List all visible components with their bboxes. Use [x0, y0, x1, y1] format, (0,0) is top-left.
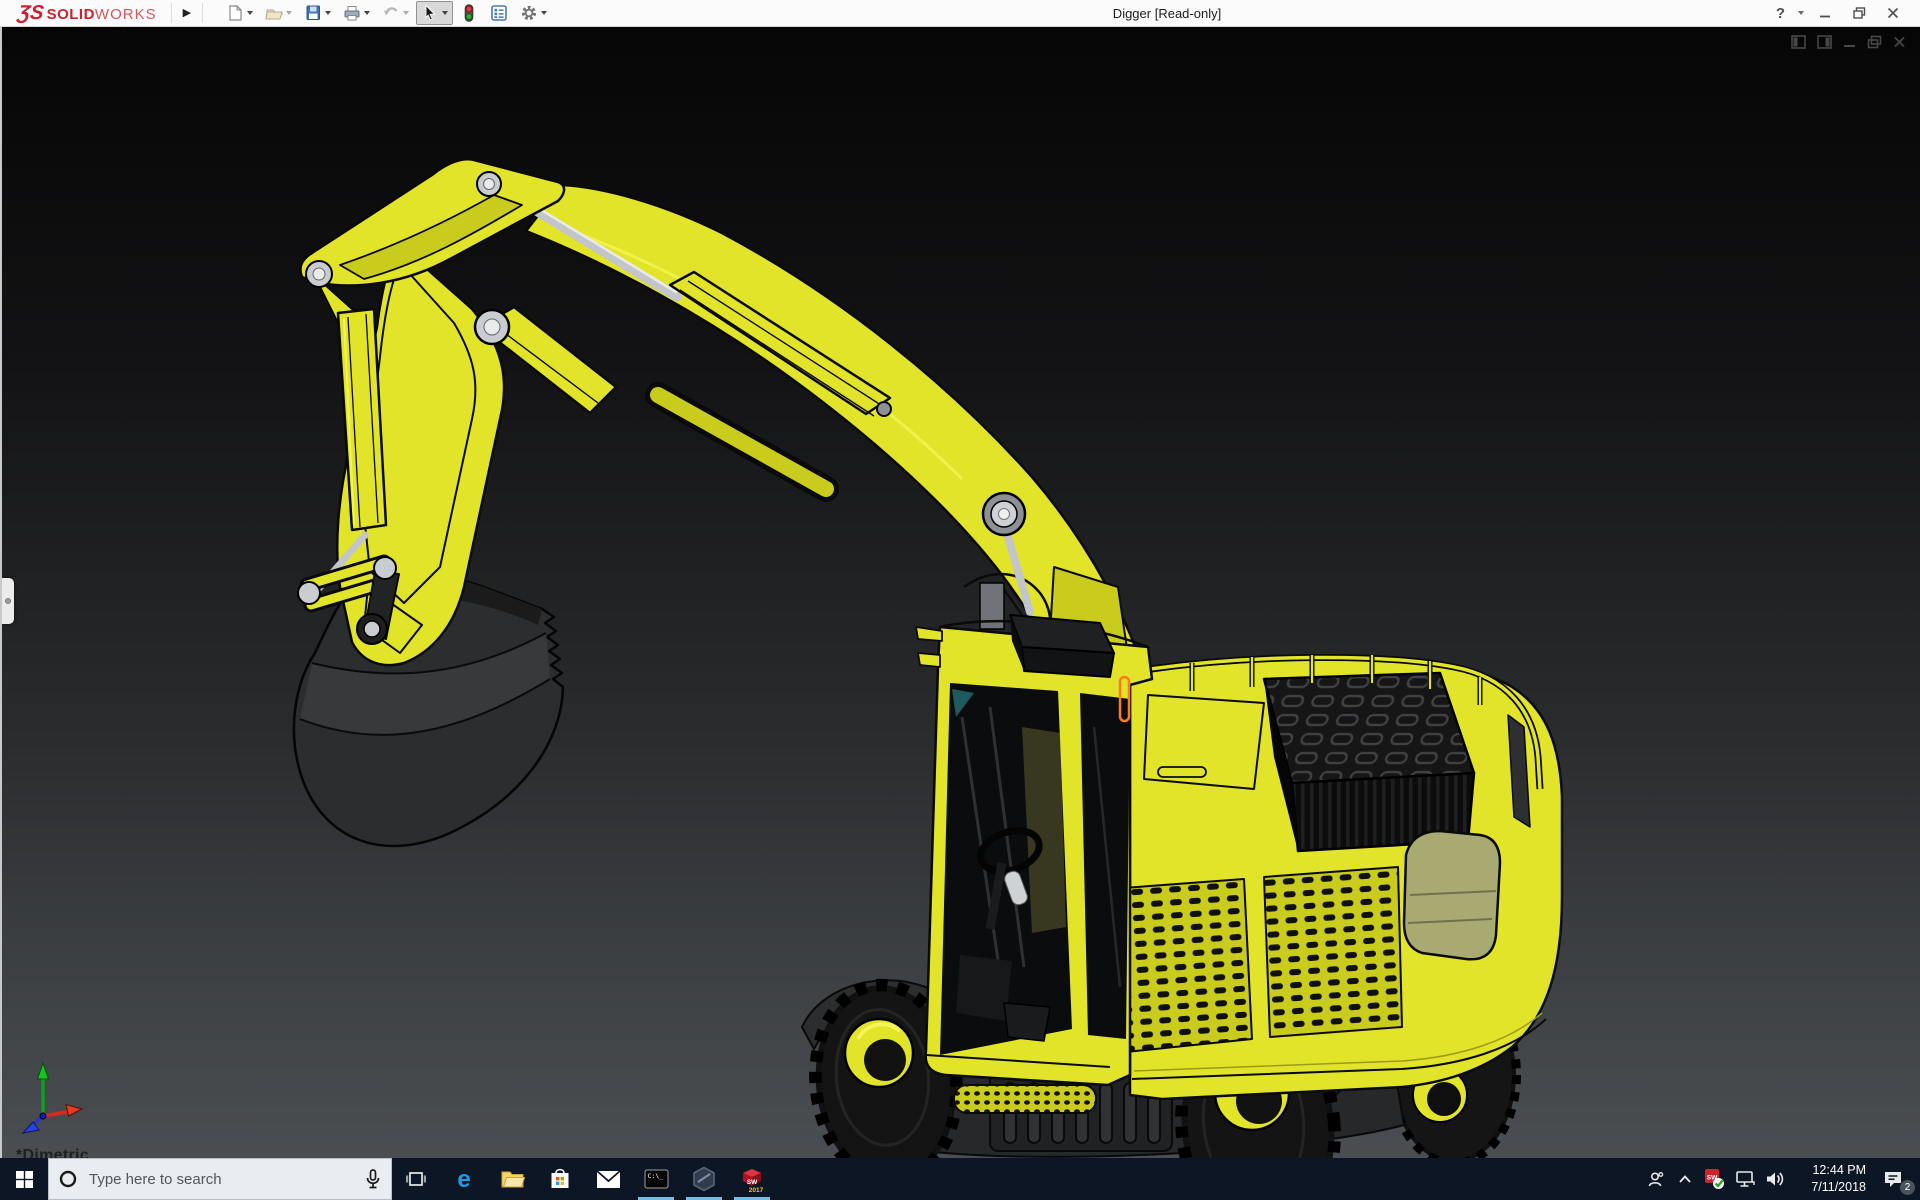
document-window-controls	[1791, 35, 1906, 49]
task-view-button[interactable]	[392, 1158, 440, 1200]
system-tray: SW 12:44 PM 7/11/2018 2	[1640, 1158, 1920, 1200]
taskbar-file-explorer[interactable]	[488, 1158, 536, 1200]
taskbar-mail[interactable]	[584, 1158, 632, 1200]
titlebar: ƷS SOLID WORKS ▶ Digger [Read-only] ?	[0, 0, 1920, 27]
new-document-button[interactable]	[221, 1, 258, 25]
select-tool-button[interactable]	[416, 1, 454, 25]
orientation-triad	[21, 1061, 84, 1134]
print-icon	[344, 6, 360, 21]
save-floppy-icon	[306, 5, 321, 20]
store-icon	[551, 1168, 569, 1188]
svg-text:2017: 2017	[749, 1187, 764, 1193]
separator	[202, 3, 204, 23]
doc-restore-icon[interactable]	[1867, 35, 1882, 49]
file-explorer-icon	[501, 1171, 525, 1188]
solidworks-check-icon: SW	[1705, 1169, 1724, 1189]
edrawings-hexagon-icon	[693, 1166, 715, 1192]
window-controls: ?	[1774, 2, 1920, 24]
properties-list-icon	[491, 5, 507, 21]
rebuild-button[interactable]	[455, 1, 483, 25]
taskbar: e C:\_	[0, 1158, 1920, 1200]
doc-close-icon[interactable]	[1893, 35, 1906, 49]
volume-icon	[1767, 1172, 1784, 1186]
svg-text:C:\_: C:\_	[647, 1172, 663, 1180]
options-button[interactable]	[515, 1, 552, 25]
edge-icon: e	[457, 1166, 470, 1192]
solidworks-logo[interactable]: ƷS SOLID WORKS	[0, 2, 167, 24]
pane-tab-knob	[5, 598, 11, 604]
network-icon	[1736, 1171, 1755, 1187]
properties-button[interactable]	[485, 1, 513, 25]
restore-button[interactable]	[1846, 2, 1872, 24]
print-button[interactable]	[338, 1, 375, 25]
clock-date: 7/11/2018	[1811, 1180, 1866, 1194]
options-gear-icon	[521, 5, 537, 21]
undo-icon	[384, 7, 398, 16]
featuremanager-collapsed-tab[interactable]	[2, 578, 14, 624]
minimize-button[interactable]	[1812, 2, 1838, 24]
restore-icon	[1852, 7, 1865, 19]
people-button[interactable]	[1640, 1158, 1670, 1200]
volume-button[interactable]	[1760, 1158, 1790, 1200]
view-orientation-label: *Dimetric	[16, 1147, 89, 1158]
taskbar-solidworks[interactable]: SW 2017	[728, 1158, 776, 1200]
notification-badge: 2	[1900, 1180, 1915, 1195]
save-button[interactable]	[299, 1, 336, 25]
cortana-icon	[59, 1170, 77, 1188]
select-cursor-icon	[425, 4, 436, 21]
task-view-icon	[406, 1172, 426, 1186]
boom-head	[299, 158, 566, 287]
search-input[interactable]	[87, 1169, 355, 1189]
help-button[interactable]: ?	[1774, 5, 1787, 22]
pane-left-icon[interactable]	[1791, 35, 1806, 49]
network-button[interactable]	[1730, 1158, 1760, 1200]
mail-icon	[595, 1169, 621, 1188]
cab	[915, 614, 1154, 1087]
taskbar-clock[interactable]: 12:44 PM 7/11/2018	[1790, 1162, 1872, 1196]
clock-time: 12:44 PM	[1812, 1163, 1866, 1178]
document-title: Digger [Read-only]	[1112, 6, 1222, 21]
close-button[interactable]	[1880, 2, 1906, 24]
new-document-icon	[229, 4, 243, 21]
taskbar-edrawings[interactable]	[680, 1158, 728, 1200]
menu-flyout-arrow[interactable]: ▶	[176, 6, 198, 21]
taskbar-search[interactable]	[48, 1158, 392, 1200]
chevron-up-icon	[1679, 1175, 1691, 1183]
people-icon	[1648, 1172, 1664, 1187]
microphone-icon[interactable]	[365, 1169, 381, 1189]
doc-minimize-icon[interactable]	[1843, 35, 1856, 49]
solidworks-window: ƷS SOLID WORKS ▶ Digger [Read-only] ? *D…	[0, 0, 1920, 1200]
undo-button[interactable]	[377, 1, 414, 25]
svg-text:e: e	[457, 1166, 470, 1192]
tray-overflow-button[interactable]	[1670, 1158, 1700, 1200]
taskbar-store[interactable]	[536, 1158, 584, 1200]
close-icon	[1887, 7, 1899, 19]
separator	[170, 3, 172, 23]
rebuild-stoplight-icon	[464, 4, 474, 22]
quick-toolbar	[221, 1, 552, 25]
taskbar-edge[interactable]: e	[440, 1158, 488, 1200]
excavator-model[interactable]	[292, 158, 1564, 1158]
model-scene[interactable]	[2, 27, 1920, 1158]
solidworks-2017-icon: SW 2017	[743, 1168, 764, 1193]
windows-logo-icon	[15, 1170, 33, 1188]
action-center-button[interactable]: 2	[1872, 1158, 1915, 1200]
svg-text:SW: SW	[747, 1179, 758, 1186]
help-caret[interactable]	[1798, 11, 1804, 15]
taskbar-command-prompt[interactable]: C:\_	[632, 1158, 680, 1200]
solidworks-glyph: ƷS	[16, 2, 46, 24]
pane-right-icon[interactable]	[1817, 35, 1832, 49]
start-button[interactable]	[0, 1158, 48, 1200]
3d-viewport[interactable]: *Dimetric	[0, 27, 1920, 1158]
solidworks-monitor-tray[interactable]: SW	[1700, 1158, 1730, 1200]
open-folder-icon	[265, 9, 283, 20]
minimize-icon	[1820, 15, 1830, 18]
command-prompt-icon: C:\_	[644, 1169, 668, 1189]
open-button[interactable]	[260, 1, 297, 25]
